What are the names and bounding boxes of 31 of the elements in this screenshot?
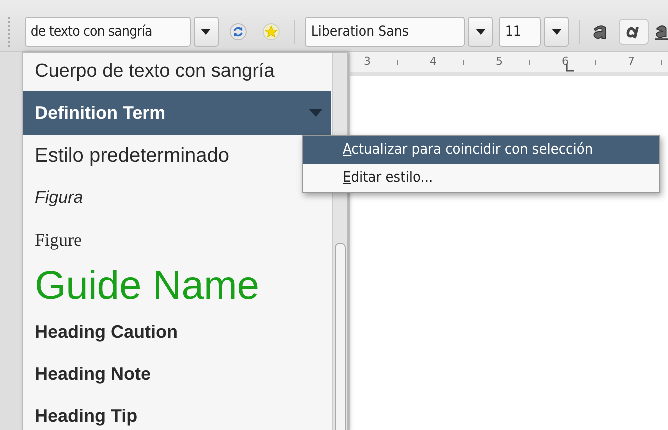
ruler-number: 4 (430, 55, 437, 68)
style-name: Guide Name (35, 264, 260, 308)
ruler-number: 5 (496, 55, 503, 68)
dropdown-button[interactable] (544, 16, 570, 46)
style-list-item[interactable]: Heading Caution (23, 311, 331, 353)
style-name: Heading Tip (35, 406, 138, 426)
style-list-item[interactable]: Cuerpo de texto con sangría (23, 53, 331, 91)
style-name: Estilo predeterminado (35, 144, 230, 168)
tab-stop-icon (566, 64, 574, 72)
style-list-item[interactable]: Definition Term (23, 91, 331, 135)
dropdown-button[interactable] (194, 16, 219, 46)
font-name-field[interactable]: Liberation Sans (305, 16, 466, 46)
ruler-number: 6 (562, 55, 569, 68)
style-list-item[interactable]: Figure (23, 219, 331, 261)
style-name: Figure (35, 230, 82, 250)
style-name: Figura (35, 188, 84, 208)
style-name: Heading Note (35, 364, 152, 384)
ruler-number: 3 (364, 55, 371, 68)
refresh-icon[interactable] (228, 22, 248, 42)
ruler-number: 7 (628, 55, 635, 68)
style-list-item[interactable]: Heading Tip (23, 395, 331, 430)
menu-item[interactable]: Actualizar para coincidir con selección (303, 136, 659, 164)
style-list-item[interactable]: Heading Note (23, 353, 331, 395)
font-size-field[interactable]: 11 (499, 16, 542, 46)
italic-button[interactable] (618, 18, 649, 44)
scrollbar-thumb[interactable] (335, 243, 346, 430)
style-name: Cuerpo de texto con sangría (35, 61, 275, 83)
style-name: Definition Term (35, 102, 166, 124)
dropdown-button[interactable] (468, 16, 494, 46)
style-name: Heading Caution (35, 322, 178, 342)
style-name-field[interactable]: de texto con sangría (24, 16, 191, 46)
